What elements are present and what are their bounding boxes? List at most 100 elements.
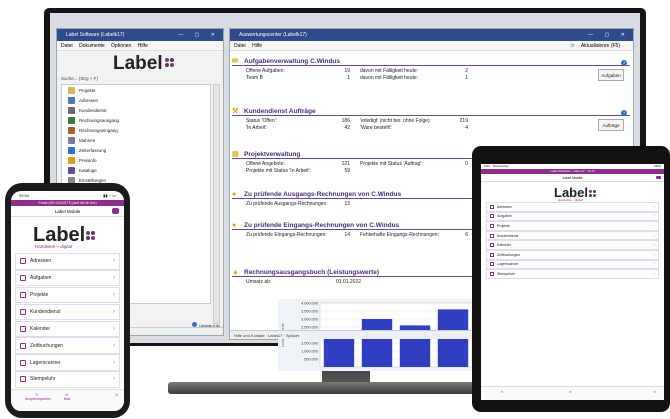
tree-item-label: Einstellungen [79, 177, 107, 183]
menu-datei[interactable]: Datei [234, 43, 246, 49]
menu-hilfe[interactable]: Hilfe [138, 43, 148, 49]
window-controls[interactable]: — ▢ ✕ [178, 29, 220, 41]
phone-menu-item[interactable]: Adressen › [15, 253, 120, 270]
phone-menu-item[interactable]: Kundendienst › [15, 303, 120, 321]
menu-icon[interactable] [656, 176, 661, 179]
metric-label: Team B [246, 75, 263, 81]
metric-label: 'In Arbeit': [246, 125, 268, 131]
tree-item[interactable]: Zeiterfassung [62, 145, 210, 155]
tree-item-label: Kundendienst [79, 107, 107, 113]
metric-value: 186 [341, 118, 350, 124]
contacts-tab-icon[interactable]: ✎ [501, 390, 504, 394]
power-tab-icon[interactable]: ⏻ [654, 390, 656, 394]
phone-logo: Label Handwerk – digital [33, 224, 96, 249]
tab-hilfe[interactable]: Hilfe und Kontakt [234, 333, 264, 338]
tablet-menu-item[interactable]: Adressen › [486, 202, 659, 212]
title-bar: Auswertungscenter (Labelk17) — ▢ ✕ [230, 29, 633, 41]
refresh-button[interactable]: ⟳ Aktualisieren (F5) [570, 41, 625, 51]
section-title: ⚒ Kundendienst Aufträge [232, 107, 630, 116]
window-controls[interactable]: — ▢ ✕ [588, 29, 630, 41]
tree-item[interactable]: Preisinfo [62, 155, 210, 165]
tab-label17[interactable]: Label17 [268, 333, 282, 338]
menu-item-label: Kalender [30, 325, 51, 332]
menu-optionen[interactable]: Optionen [111, 43, 131, 49]
chevron-right-icon: › [113, 325, 115, 332]
tree-item[interactable]: Projekte [62, 85, 210, 95]
chevron-right-icon: › [113, 308, 115, 315]
menu-item-label: Stempeluhr [497, 271, 515, 276]
tree-item[interactable]: Kundendienst [62, 105, 210, 115]
info-icon[interactable]: ? [621, 110, 627, 116]
phone-header: Label Mobile [11, 206, 124, 217]
y-tick-label: 3.000.000 [301, 317, 318, 321]
chart-bar [361, 319, 393, 367]
section-icon: ● [232, 191, 237, 198]
section-action-button[interactable]: Aufträge [598, 119, 624, 131]
tree-item-label: Rechnungseingang [79, 127, 118, 133]
tree-item-label: Mahnen [79, 137, 96, 143]
phone-menu-item[interactable]: Projekte › [15, 286, 120, 304]
metric-value: 6 [465, 232, 468, 238]
search-input[interactable]: Suche... (Strg + F) [61, 76, 98, 81]
tree-item[interactable]: Rechnungseingang [62, 125, 210, 135]
tree-item[interactable]: Kataloge [62, 165, 210, 175]
tablet-menu-item[interactable]: Zeitbuchungen › [486, 249, 659, 260]
scrollbar[interactable] [213, 84, 220, 324]
section-title: ✉ Aufgabenverwaltung C.Windus [232, 57, 630, 66]
tablet-menu-item[interactable]: Projekte › [486, 221, 659, 231]
tree-item[interactable]: Rechnungsausgang [62, 115, 210, 125]
tablet-menu-item[interactable]: Lagerscanner › [486, 259, 659, 270]
menu-item-icon [20, 325, 26, 332]
phone-menu-item[interactable]: Aufgaben › [15, 269, 120, 287]
metric-label: davon mit Fälligkeit heute: [360, 75, 419, 81]
tree-item-label: Adressen [79, 97, 99, 103]
power-tab-icon[interactable]: ⏻ [115, 393, 118, 397]
info-icon[interactable]: ? [621, 60, 627, 66]
menu-item-label: Adressen [497, 204, 512, 209]
menu-hilfe[interactable]: Hilfe [252, 43, 262, 49]
chevron-right-icon: › [653, 271, 655, 276]
menu-item-icon [490, 262, 494, 267]
y-tick-label: 3.500.000 [301, 309, 318, 313]
reminder-icon [68, 136, 75, 144]
tree-item[interactable]: Adressen [62, 95, 210, 105]
section-icon: ▤ [232, 151, 239, 158]
refresh-icon: ⟳ [570, 43, 575, 49]
phone-menu-item[interactable]: Stempeluhr › [15, 371, 120, 388]
tablet-menu-item[interactable]: Kundendienst › [486, 230, 659, 241]
section-icon: ▲ [232, 269, 239, 276]
chevron-right-icon: › [653, 262, 655, 267]
tablet-menu-list: Adressen › Aufgaben › Projekte › Kundendienst ›… [486, 202, 659, 279]
tab-spicker[interactable]: Spicker [286, 333, 299, 338]
tablet-menu-item[interactable]: Kalender › [486, 240, 659, 250]
menu-item-icon [490, 223, 494, 228]
section-icon: ⚒ [232, 108, 239, 115]
phone-status-bar: 09:54 ▮▮ ◔ ▭ [19, 193, 116, 198]
metric-value: 4 [465, 125, 468, 131]
menu-item-icon [20, 258, 26, 265]
mail-tab[interactable]: ✉ Mail [57, 393, 77, 401]
metric-label: Zu prüfende Ausgangs-Rechnungen: [246, 201, 328, 207]
tree-item-label: Preisinfo [79, 157, 97, 163]
contacts-tab[interactable]: ✎ Ansprechpartner [25, 393, 51, 401]
invoice-in-icon [68, 126, 75, 134]
metric-value: 14 [344, 232, 350, 238]
chevron-right-icon: › [653, 252, 655, 257]
menu-item-icon [490, 243, 494, 248]
phone-menu-item[interactable]: Lagerscanner › [15, 354, 120, 371]
phone-menu-item[interactable]: Kalender › [15, 320, 120, 338]
metric-value: 121 [341, 161, 350, 167]
mail-tab-icon[interactable]: ✉ [569, 390, 572, 394]
menu-icon[interactable] [112, 208, 119, 214]
tablet-menu-item[interactable]: Aufgaben › [486, 211, 659, 222]
menu-item-icon [490, 214, 494, 219]
menu-dokumente[interactable]: Dokumente [79, 43, 105, 49]
menu-datei[interactable]: Datei [61, 43, 73, 49]
chevron-right-icon: › [113, 376, 115, 383]
section-action-button[interactable]: Aufgaben [598, 69, 624, 81]
metric-value: 2 [465, 68, 468, 74]
menu-item-label: Projekte [30, 292, 49, 299]
phone-menu-item[interactable]: Zeitbuchungen › [15, 337, 120, 354]
tree-item[interactable]: Mahnen [62, 135, 210, 145]
tablet-menu-item[interactable]: Stempeluhr › [486, 269, 659, 279]
